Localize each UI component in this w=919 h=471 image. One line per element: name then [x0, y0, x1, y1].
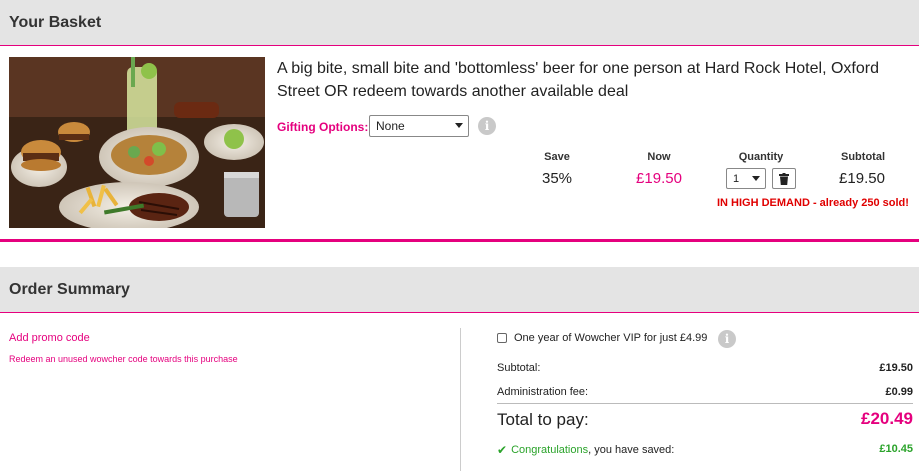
save-value: 35%	[541, 170, 573, 187]
now-price: £19.50	[636, 170, 682, 187]
quantity-value: 1	[733, 172, 740, 185]
vip-option[interactable]: One year of Wowcher VIP for just £4.99	[497, 332, 707, 344]
gifting-options-select[interactable]: None	[369, 115, 469, 137]
admin-fee-label: Administration fee:	[497, 386, 589, 398]
summary-subtotal-label: Subtotal:	[497, 362, 541, 374]
save-column-header: Save	[544, 151, 570, 163]
summary-subtotal-value: £19.50	[879, 362, 913, 374]
basket-divider	[0, 239, 919, 242]
vip-checkbox[interactable]	[497, 333, 507, 343]
basket-title: Your Basket	[9, 13, 102, 31]
high-demand-badge: IN HIGH DEMAND - already 250 sold!	[717, 197, 909, 209]
now-column-header: Now	[647, 151, 671, 163]
remove-item-button[interactable]	[772, 168, 796, 189]
saved-amount: £10.45	[879, 443, 913, 455]
info-icon[interactable]: i	[718, 330, 736, 348]
order-summary-header: Order Summary	[0, 267, 919, 313]
basket-header: Your Basket	[0, 0, 919, 46]
order-summary-title: Order Summary	[9, 280, 130, 298]
gifting-options-label: Gifting Options:	[277, 120, 369, 134]
subtotal-column-header: Subtotal	[841, 151, 885, 163]
total-divider	[497, 403, 913, 404]
trash-icon	[779, 172, 789, 185]
redeem-wowcher-code-link[interactable]: Redeem an unused wowcher code towards th…	[9, 354, 238, 364]
check-icon: ✔	[497, 443, 508, 457]
quantity-column-header: Quantity	[738, 151, 784, 163]
admin-fee-value: £0.99	[885, 386, 913, 398]
add-promo-code-link[interactable]: Add promo code	[9, 332, 90, 344]
chevron-down-icon	[455, 123, 463, 128]
info-icon[interactable]: i	[478, 117, 496, 135]
quantity-select[interactable]: 1	[726, 168, 766, 189]
savings-row: ✔ Congratulations , you have saved:	[497, 443, 674, 457]
subtotal-value: £19.50	[839, 170, 885, 187]
saved-suffix: , you have saved:	[588, 444, 675, 456]
total-to-pay-value: £20.49	[861, 409, 913, 428]
deal-image[interactable]	[9, 57, 265, 228]
total-to-pay-label: Total to pay:	[497, 410, 589, 429]
deal-title[interactable]: A big bite, small bite and 'bottomless' …	[277, 57, 897, 103]
vip-label: One year of Wowcher VIP for just £4.99	[514, 332, 708, 344]
chevron-down-icon	[752, 176, 760, 181]
summary-divider	[460, 328, 461, 471]
gifting-selected-value: None	[376, 119, 405, 133]
congratulations-text: Congratulations	[511, 444, 589, 456]
